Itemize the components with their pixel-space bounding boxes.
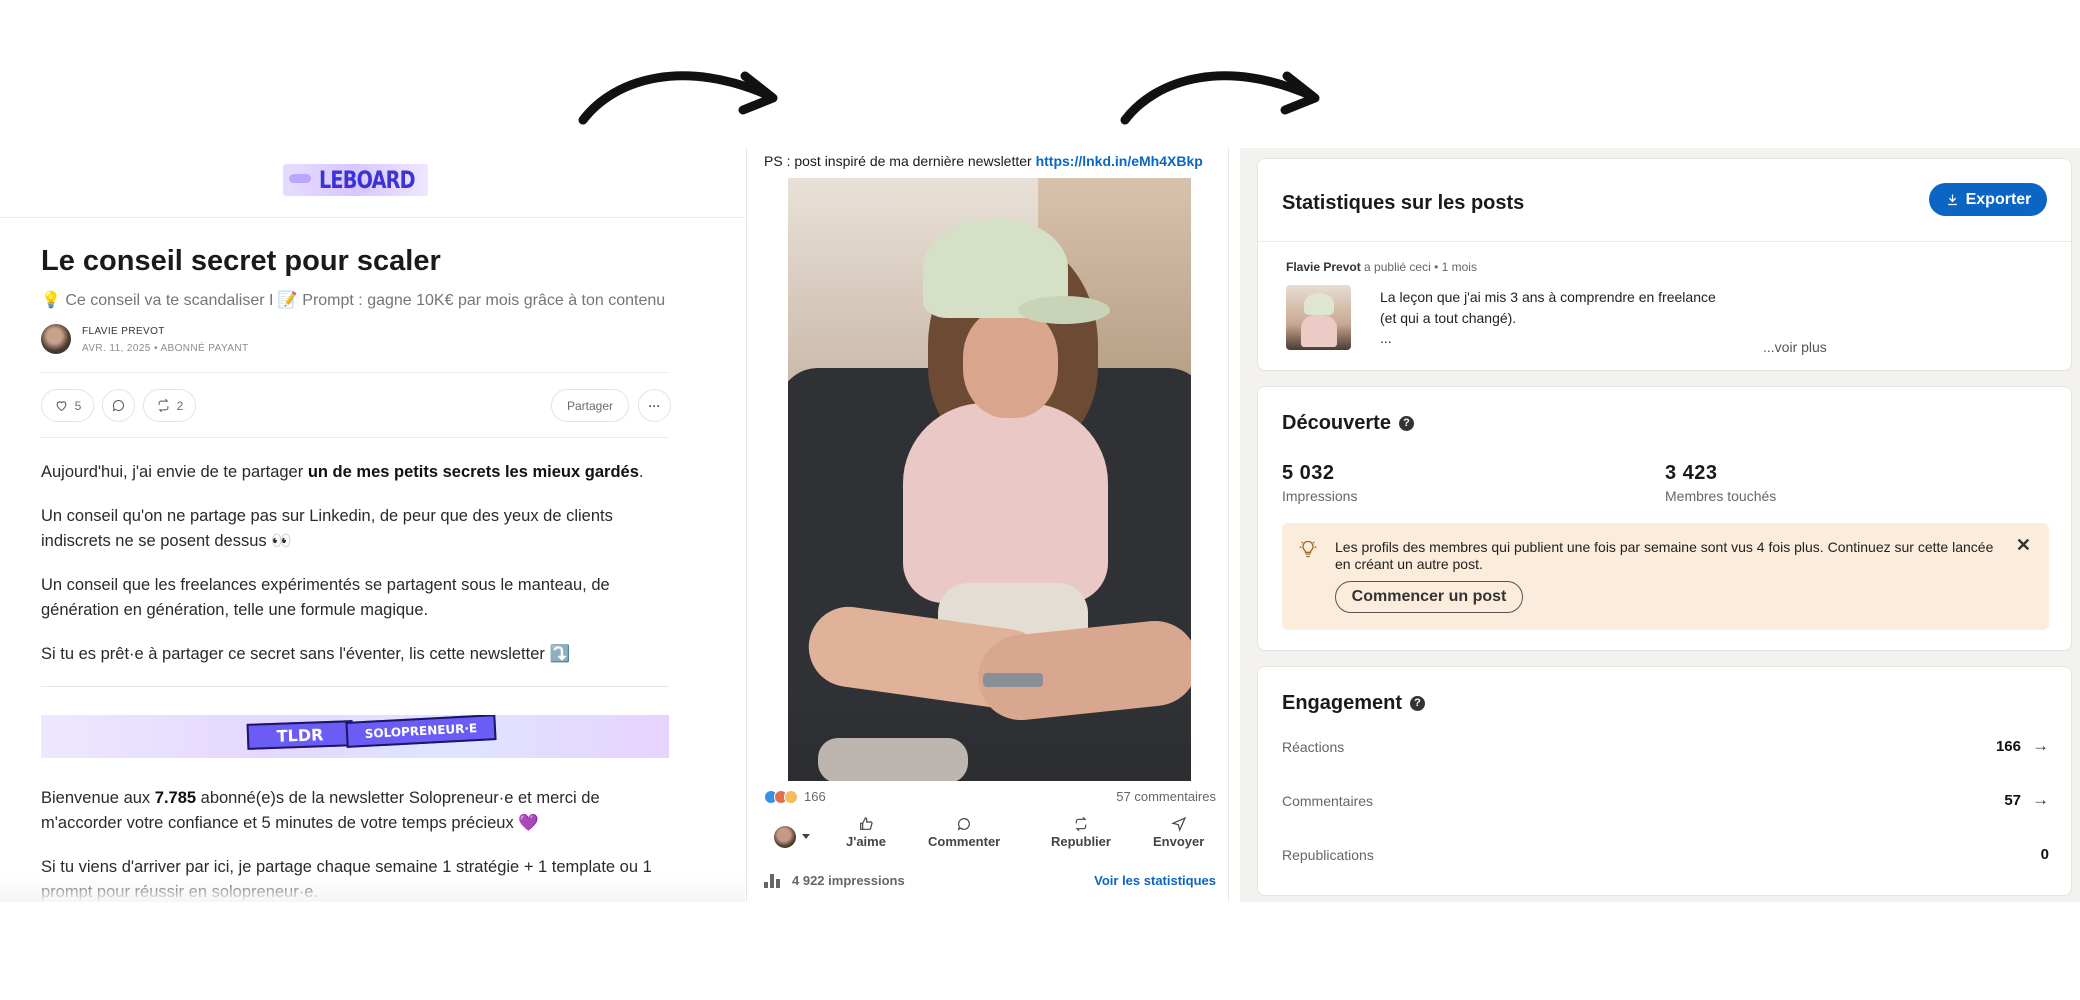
download-icon [1947,194,1957,206]
newsletter-header: LEBOARD [0,150,745,218]
divider [1258,241,2071,242]
export-button[interactable]: Exporter [1929,183,2047,216]
share-button[interactable]: Partager [551,389,629,422]
curved-arrow-icon [1120,71,1320,125]
article: Le conseil secret pour scaler 💡 Ce conse… [41,245,671,902]
post-date: AVR. 11, 2025 [82,343,151,354]
discovery-card: Découverte? 5 032 Impressions 3 423 Memb… [1257,386,2072,651]
view-stats-link[interactable]: Voir les statistiques [1094,873,1216,888]
actor-avatar[interactable] [774,826,796,848]
comment-button[interactable] [102,389,135,422]
fade-overlay [0,874,745,902]
post-author[interactable]: Flavie Prevot [1286,260,1361,274]
impressions-value: 5 032 [1282,462,1335,484]
banner-tag-solopreneure: SOLOPRENEUR·E [345,715,497,748]
members-reached-label: Membres touchés [1665,488,1777,504]
restack-count: 2 [176,398,184,413]
heart-icon [56,401,67,412]
engagement-card: Engagement? Réactions 166 → Commentaires… [1257,666,2072,896]
engagement-row-reposts: Republications 0 [1282,846,2049,863]
impressions-label: Impressions [1282,488,1358,504]
subscription-status: ABONNÉ PAYANT [160,343,249,354]
insightful-reaction-icon [784,790,798,804]
see-more-link[interactable]: ...voir plus [1763,339,1827,355]
help-icon[interactable]: ? [1410,696,1426,712]
newsletter-link[interactable]: https://lnkd.in/eMh4XBkp [1036,153,1203,169]
paragraph: Bienvenue aux 7.785 abonné(e)s de la new… [41,789,600,832]
reaction-icons[interactable] [764,790,798,804]
chevron-down-icon[interactable] [802,834,810,839]
more-options-button[interactable]: ··· [638,389,671,422]
linkedin-post-panel: PS : post inspiré de ma dernière newslet… [746,148,1229,901]
reaction-count[interactable]: 166 [804,789,826,804]
stats-title: Statistiques sur les posts [1282,192,1525,214]
send-button[interactable]: Envoyer [1153,816,1204,849]
engagement-row-comments[interactable]: Commentaires 57 → [1282,785,2049,825]
post-photo[interactable] [788,178,1191,781]
post-thumbnail[interactable] [1286,285,1351,350]
discovery-title: Découverte? [1282,412,1414,435]
paragraph: Un conseil que les freelances expériment… [41,576,610,619]
like-count: 5 [74,398,82,413]
repost-button[interactable]: Republier [1051,816,1111,849]
repost-icon [1075,816,1087,832]
comment-count[interactable]: 57 commentaires [1116,789,1216,804]
close-icon[interactable]: ✕ [2016,535,2031,556]
arrow-right-icon: → [2032,736,2049,755]
newsletter-panel: LEBOARD Le conseil secret pour scaler 💡 … [0,150,745,902]
send-icon [1170,816,1186,832]
logo-badge [289,174,311,183]
post-stats-panel: Statistiques sur les posts Exporter Flav… [1240,148,2080,902]
members-reached-value: 3 423 [1665,462,1718,484]
newsletter-logo[interactable]: LEBOARD [283,164,428,196]
article-title: Le conseil secret pour scaler [41,245,441,277]
post-preview-line: (et qui a tout changé). [1380,310,1517,326]
comment-icon [957,818,971,831]
help-icon[interactable]: ? [1398,416,1414,432]
divider [41,686,669,687]
comment-icon [112,400,124,412]
bar-chart-icon [764,874,780,888]
post-preview-line: ... [1380,330,1392,346]
start-post-button[interactable]: Commencer un post [1335,581,1523,613]
like-post-button[interactable]: J'aime [846,816,886,849]
lightbulb-icon [1298,539,1318,559]
post-actions: J'aime Commenter Republier Envoyer [764,816,1216,860]
author-meta: AVR. 11, 2025 • ABONNÉ PAYANT [82,343,249,354]
engagement-row-reactions[interactable]: Réactions 166 → [1282,731,2049,771]
post-stats-card: Statistiques sur les posts Exporter Flav… [1257,158,2072,371]
banner-tag-tldr: TLDR [246,720,354,750]
comment-post-button[interactable]: Commenter [928,816,1000,849]
post-text: PS : post inspiré de ma dernière newslet… [764,153,1203,169]
curved-arrow-icon [578,71,778,125]
paragraph: Aujourd'hui, j'ai envie de te partager u… [41,463,644,481]
like-button[interactable]: 5 [41,389,94,422]
article-body: Aujourd'hui, j'ai envie de te partager u… [41,460,669,902]
author-name[interactable]: FLAVIE PREVOT [82,326,165,337]
logo-text: LEBOARD [319,166,416,194]
engagement-title: Engagement? [1282,692,1426,715]
arrow-right-icon: → [2032,790,2049,809]
restack-button[interactable]: 2 [143,389,196,422]
social-counts: 166 57 commentaires [764,788,1216,808]
tip-banner: Les profils des membres qui publient une… [1282,523,2049,630]
thumbs-up-icon [860,817,873,830]
post-author-line: Flavie Prevot a publié ceci • 1 mois [1286,260,1477,274]
tip-text: Les profils des membres qui publient une… [1335,539,1994,572]
newsletter-banner: TLDR SOLOPRENEUR·E [41,715,669,758]
author-avatar[interactable] [41,324,71,354]
article-subtitle: 💡 Ce conseil va te scandaliser I 📝 Promp… [41,292,666,309]
paragraph: Si tu es prêt·e à partager ce secret san… [41,645,571,663]
author-row: FLAVIE PREVOT AVR. 11, 2025 • ABONNÉ PAY… [41,324,669,356]
restack-icon [158,398,169,413]
post-preview-line: La leçon que j'ai mis 3 ans à comprendre… [1380,289,1716,305]
article-actions: 5 2 Partager ··· [41,372,671,438]
paragraph: Un conseil qu'on ne partage pas sur Link… [41,507,613,550]
post-stats-row: 4 922 impressions Voir les statistiques [764,872,1216,892]
impressions-count: 4 922 impressions [792,873,905,888]
